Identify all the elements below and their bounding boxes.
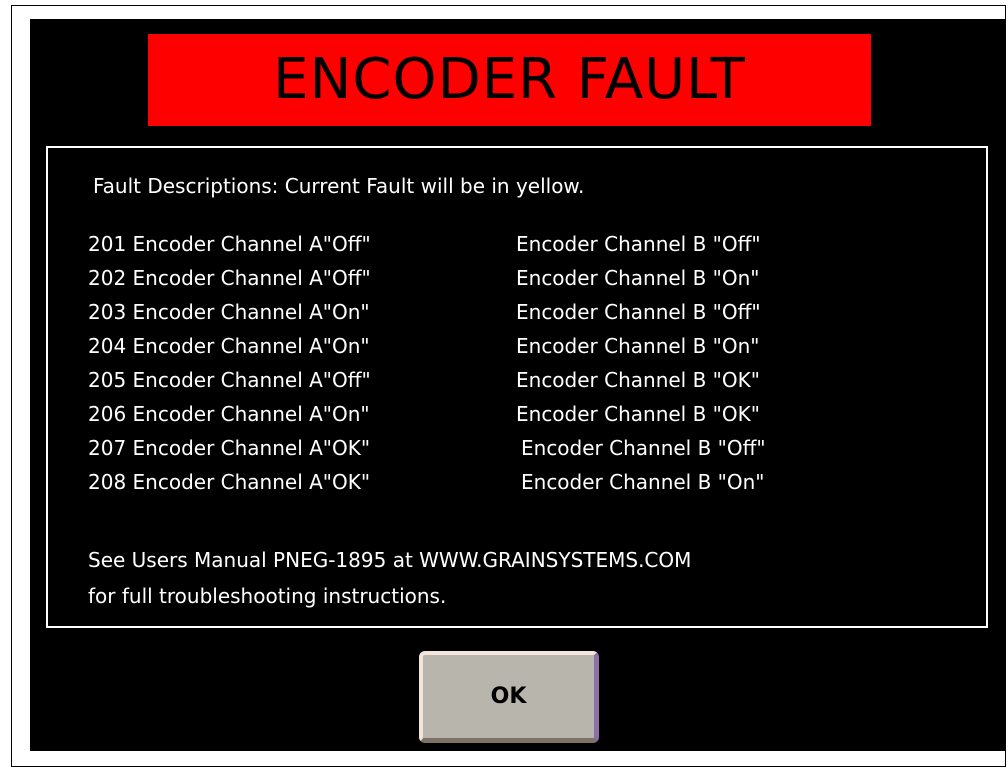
manual-reference: See Users Manual PNEG-1895 at WWW.GRAINS… xyxy=(88,542,691,614)
fault-description-panel: Fault Descriptions: Current Fault will b… xyxy=(46,146,988,628)
manual-reference-line-2: for full troubleshooting instructions. xyxy=(88,584,447,608)
title-banner: ENCODER FAULT xyxy=(148,34,871,126)
fault-channel-a: 205 Encoder Channel A"Off" xyxy=(88,368,371,392)
fault-channel-b: Encoder Channel B "OK" xyxy=(516,402,760,426)
fault-channel-b: Encoder Channel B "On" xyxy=(516,334,760,358)
description-header: Fault Descriptions: Current Fault will b… xyxy=(93,174,585,198)
fault-channel-b: Encoder Channel B "Off" xyxy=(516,300,761,324)
fault-channel-a: 203 Encoder Channel A"On" xyxy=(88,300,370,324)
fault-channel-a: 208 Encoder Channel A"OK" xyxy=(88,470,371,494)
fault-channel-a: 207 Encoder Channel A"OK" xyxy=(88,436,371,460)
fault-channel-b: Encoder Channel B "Off" xyxy=(516,232,761,256)
fault-channel-b: Encoder Channel B "OK" xyxy=(516,368,760,392)
fault-channel-b: Encoder Channel B "Off" xyxy=(521,436,766,460)
page-title: ENCODER FAULT xyxy=(273,47,746,112)
fault-channel-a: 204 Encoder Channel A"On" xyxy=(88,334,370,358)
fault-channel-a: 202 Encoder Channel A"Off" xyxy=(88,266,371,290)
fault-channel-a: 206 Encoder Channel A"On" xyxy=(88,402,370,426)
ok-button-label: OK xyxy=(490,684,527,709)
fault-channel-b: Encoder Channel B "On" xyxy=(516,266,760,290)
manual-reference-line-1: See Users Manual PNEG-1895 at WWW.GRAINS… xyxy=(88,548,692,572)
fault-channel-b: Encoder Channel B "On" xyxy=(521,470,765,494)
fault-channel-a: 201 Encoder Channel A"Off" xyxy=(88,232,371,256)
ok-button[interactable]: OK xyxy=(419,651,599,743)
fault-screen: ENCODER FAULT Fault Descriptions: Curren… xyxy=(30,19,1006,751)
